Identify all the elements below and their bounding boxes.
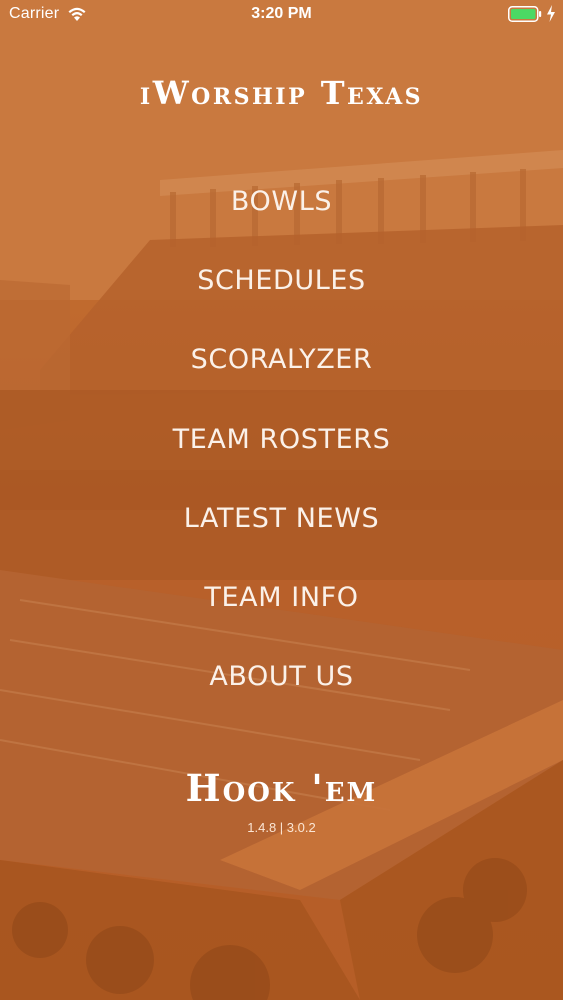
charging-bolt-icon [547,5,555,22]
menu-item-team-rosters[interactable]: TEAM ROSTERS [0,418,563,497]
footer-slogan: Hook 'em [185,766,378,810]
app-screen: Carrier 3:20 PM iWorship Texas BOWLS SCH… [0,0,563,1000]
menu-item-bowls[interactable]: BOWLS [0,180,563,259]
version-label: 1.4.8 | 3.0.2 [247,820,316,835]
menu-item-latest-news[interactable]: LATEST NEWS [0,497,563,576]
menu-item-about-us[interactable]: ABOUT US [0,655,563,734]
battery-icon [508,6,542,22]
main-menu: BOWLS SCHEDULES SCORALYZER TEAM ROSTERS … [0,180,563,734]
app-title: iWorship Texas [139,74,424,112]
status-bar: Carrier 3:20 PM [0,0,563,30]
menu-item-schedules[interactable]: SCHEDULES [0,259,563,338]
status-time: 3:20 PM [251,5,312,22]
menu-item-scoralyzer[interactable]: SCORALYZER [0,338,563,417]
menu-item-team-info[interactable]: TEAM INFO [0,576,563,655]
